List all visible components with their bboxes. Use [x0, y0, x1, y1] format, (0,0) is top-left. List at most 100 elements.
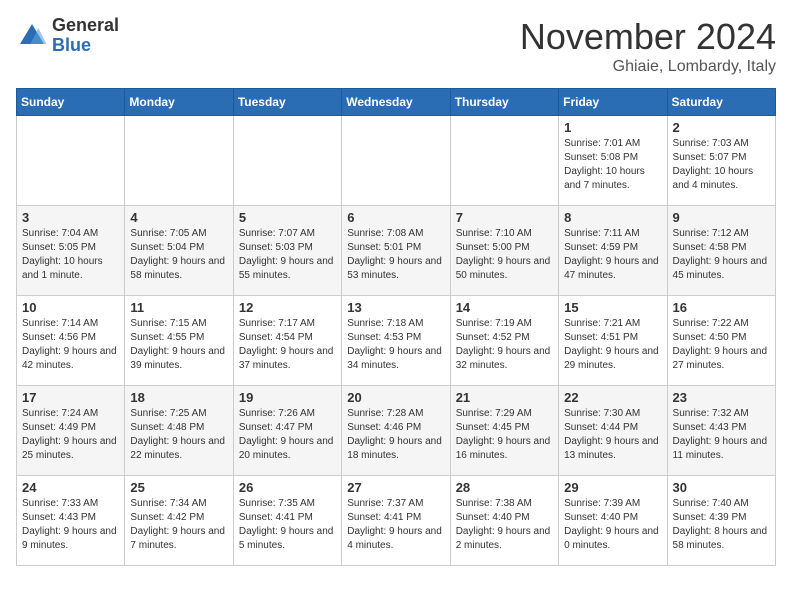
calendar-cell: 26Sunrise: 7:35 AM Sunset: 4:41 PM Dayli…	[233, 476, 341, 566]
cell-info: Sunrise: 7:18 AM Sunset: 4:53 PM Dayligh…	[347, 317, 444, 373]
cell-info: Sunrise: 7:29 AM Sunset: 4:45 PM Dayligh…	[456, 407, 553, 463]
day-number: 25	[130, 480, 227, 495]
calendar-cell: 14Sunrise: 7:19 AM Sunset: 4:52 PM Dayli…	[450, 296, 558, 386]
calendar-cell: 13 Sunrise: 7:18 AM Sunset: 4:53 PM Dayli…	[342, 296, 450, 386]
day-number: 4	[130, 210, 227, 225]
cell-info: Sunrise: 7:24 AM Sunset: 4:49 PM Dayligh…	[22, 407, 119, 463]
day-number: 26	[239, 480, 336, 495]
day-number: 7	[456, 210, 553, 225]
cell-info: Sunrise: 7:05 AM Sunset: 5:04 PM Dayligh…	[130, 227, 227, 283]
day-number: 28	[456, 480, 553, 495]
calendar-cell: 8Sunrise: 7:11 AM Sunset: 4:59 PM Daylig…	[559, 206, 667, 296]
cell-info: Sunrise: 7:01 AM Sunset: 5:08 PM Dayligh…	[564, 137, 661, 193]
cell-info: Sunrise: 7:37 AM Sunset: 4:41 PM Dayligh…	[347, 497, 444, 553]
calendar-cell: 30 Sunrise: 7:40 AM Sunset: 4:39 PM Dayli…	[667, 476, 775, 566]
calendar-cell: 9 Sunrise: 7:12 AM Sunset: 4:58 PM Daylig…	[667, 206, 775, 296]
day-number: 20	[347, 390, 444, 405]
calendar-cell: 10Sunrise: 7:14 AM Sunset: 4:56 PM Dayli…	[17, 296, 125, 386]
title-section: November 2024 Ghiaie, Lombardy, Italy	[520, 16, 776, 76]
calendar-cell: 5 Sunrise: 7:07 AM Sunset: 5:03 PM Daylig…	[233, 206, 341, 296]
header: General Blue November 2024 Ghiaie, Lomba…	[16, 16, 776, 76]
calendar-cell: 24 Sunrise: 7:33 AM Sunset: 4:43 PM Dayli…	[17, 476, 125, 566]
cell-info: Sunrise: 7:08 AM Sunset: 5:01 PM Dayligh…	[347, 227, 444, 283]
header-row: SundayMondayTuesdayWednesdayThursdayFrid…	[17, 89, 776, 116]
week-row-2: 10Sunrise: 7:14 AM Sunset: 4:56 PM Dayli…	[17, 296, 776, 386]
calendar-cell	[125, 116, 233, 206]
cell-info: Sunrise: 7:34 AM Sunset: 4:42 PM Dayligh…	[130, 497, 227, 553]
cell-info: Sunrise: 7:26 AM Sunset: 4:47 PM Dayligh…	[239, 407, 336, 463]
calendar-cell: 20 Sunrise: 7:28 AM Sunset: 4:46 PM Dayli…	[342, 386, 450, 476]
cell-info: Sunrise: 7:03 AM Sunset: 5:07 PM Dayligh…	[673, 137, 770, 193]
cell-info: Sunrise: 7:25 AM Sunset: 4:48 PM Dayligh…	[130, 407, 227, 463]
logo-icon	[16, 20, 48, 52]
day-header-tuesday: Tuesday	[233, 89, 341, 116]
cell-info: Sunrise: 7:11 AM Sunset: 4:59 PM Dayligh…	[564, 227, 661, 283]
calendar-cell: 23 Sunrise: 7:32 AM Sunset: 4:43 PM Dayli…	[667, 386, 775, 476]
calendar-cell: 1Sunrise: 7:01 AM Sunset: 5:08 PM Daylig…	[559, 116, 667, 206]
day-number: 17	[22, 390, 119, 405]
calendar-cell	[450, 116, 558, 206]
cell-info: Sunrise: 7:10 AM Sunset: 5:00 PM Dayligh…	[456, 227, 553, 283]
week-row-0: 1Sunrise: 7:01 AM Sunset: 5:08 PM Daylig…	[17, 116, 776, 206]
cell-info: Sunrise: 7:15 AM Sunset: 4:55 PM Dayligh…	[130, 317, 227, 373]
calendar-cell: 2 Sunrise: 7:03 AM Sunset: 5:07 PM Daylig…	[667, 116, 775, 206]
cell-info: Sunrise: 7:33 AM Sunset: 4:43 PM Dayligh…	[22, 497, 119, 553]
cell-info: Sunrise: 7:40 AM Sunset: 4:39 PM Dayligh…	[673, 497, 770, 553]
day-number: 23	[673, 390, 770, 405]
calendar-cell: 29Sunrise: 7:39 AM Sunset: 4:40 PM Dayli…	[559, 476, 667, 566]
cell-info: Sunrise: 7:28 AM Sunset: 4:46 PM Dayligh…	[347, 407, 444, 463]
day-number: 2	[673, 120, 770, 135]
week-row-4: 24 Sunrise: 7:33 AM Sunset: 4:43 PM Dayli…	[17, 476, 776, 566]
calendar-cell: 7 Sunrise: 7:10 AM Sunset: 5:00 PM Daylig…	[450, 206, 558, 296]
day-header-wednesday: Wednesday	[342, 89, 450, 116]
calendar-cell: 18Sunrise: 7:25 AM Sunset: 4:48 PM Dayli…	[125, 386, 233, 476]
day-number: 3	[22, 210, 119, 225]
day-number: 30	[673, 480, 770, 495]
day-number: 21	[456, 390, 553, 405]
day-number: 5	[239, 210, 336, 225]
calendar-cell	[17, 116, 125, 206]
calendar-cell: 22Sunrise: 7:30 AM Sunset: 4:44 PM Dayli…	[559, 386, 667, 476]
logo-text: General Blue	[52, 16, 119, 56]
cell-info: Sunrise: 7:07 AM Sunset: 5:03 PM Dayligh…	[239, 227, 336, 283]
calendar-cell: 25 Sunrise: 7:34 AM Sunset: 4:42 PM Dayli…	[125, 476, 233, 566]
calendar-cell: 28 Sunrise: 7:38 AM Sunset: 4:40 PM Dayli…	[450, 476, 558, 566]
cell-info: Sunrise: 7:38 AM Sunset: 4:40 PM Dayligh…	[456, 497, 553, 553]
day-number: 11	[130, 300, 227, 315]
calendar-cell: 15Sunrise: 7:21 AM Sunset: 4:51 PM Dayli…	[559, 296, 667, 386]
day-number: 27	[347, 480, 444, 495]
week-row-1: 3 Sunrise: 7:04 AM Sunset: 5:05 PM Daylig…	[17, 206, 776, 296]
calendar-table: SundayMondayTuesdayWednesdayThursdayFrid…	[16, 88, 776, 566]
day-number: 24	[22, 480, 119, 495]
day-number: 12	[239, 300, 336, 315]
logo-blue: Blue	[52, 35, 91, 55]
month-title: November 2024	[520, 16, 776, 58]
cell-info: Sunrise: 7:32 AM Sunset: 4:43 PM Dayligh…	[673, 407, 770, 463]
day-header-saturday: Saturday	[667, 89, 775, 116]
location: Ghiaie, Lombardy, Italy	[520, 58, 776, 76]
day-number: 19	[239, 390, 336, 405]
calendar-cell: 16Sunrise: 7:22 AM Sunset: 4:50 PM Dayli…	[667, 296, 775, 386]
cell-info: Sunrise: 7:17 AM Sunset: 4:54 PM Dayligh…	[239, 317, 336, 373]
calendar-cell: 11 Sunrise: 7:15 AM Sunset: 4:55 PM Dayli…	[125, 296, 233, 386]
day-number: 9	[673, 210, 770, 225]
logo-general: General	[52, 15, 119, 35]
calendar-cell: 6 Sunrise: 7:08 AM Sunset: 5:01 PM Daylig…	[342, 206, 450, 296]
week-row-3: 17 Sunrise: 7:24 AM Sunset: 4:49 PM Dayli…	[17, 386, 776, 476]
cell-info: Sunrise: 7:19 AM Sunset: 4:52 PM Dayligh…	[456, 317, 553, 373]
calendar-cell: 4 Sunrise: 7:05 AM Sunset: 5:04 PM Daylig…	[125, 206, 233, 296]
calendar-cell: 19 Sunrise: 7:26 AM Sunset: 4:47 PM Dayli…	[233, 386, 341, 476]
cell-info: Sunrise: 7:21 AM Sunset: 4:51 PM Dayligh…	[564, 317, 661, 373]
cell-info: Sunrise: 7:04 AM Sunset: 5:05 PM Dayligh…	[22, 227, 119, 283]
calendar-cell: 21 Sunrise: 7:29 AM Sunset: 4:45 PM Dayli…	[450, 386, 558, 476]
day-header-thursday: Thursday	[450, 89, 558, 116]
day-number: 16	[673, 300, 770, 315]
day-number: 13	[347, 300, 444, 315]
day-header-friday: Friday	[559, 89, 667, 116]
day-number: 6	[347, 210, 444, 225]
cell-info: Sunrise: 7:12 AM Sunset: 4:58 PM Dayligh…	[673, 227, 770, 283]
day-header-monday: Monday	[125, 89, 233, 116]
calendar-cell	[233, 116, 341, 206]
cell-info: Sunrise: 7:39 AM Sunset: 4:40 PM Dayligh…	[564, 497, 661, 553]
cell-info: Sunrise: 7:30 AM Sunset: 4:44 PM Dayligh…	[564, 407, 661, 463]
